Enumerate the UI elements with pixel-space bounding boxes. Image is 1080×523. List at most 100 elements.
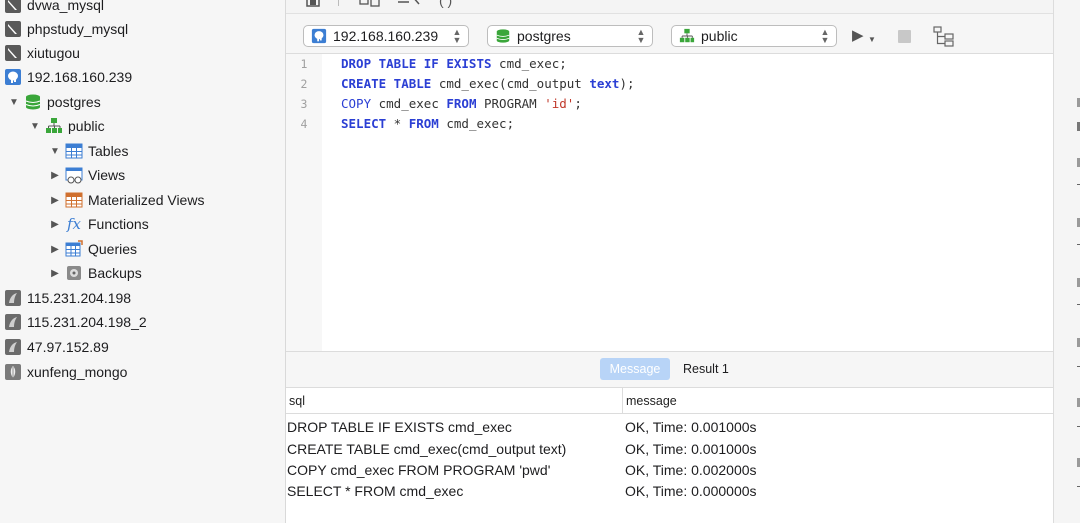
sidebar-item-functions[interactable]: ▶ fx Functions <box>49 212 149 236</box>
sidebar-item-connection-115-231-204-198[interactable]: 115.231.204.198 <box>4 286 131 310</box>
code-token: cmd_exec; <box>491 56 567 71</box>
sidebar-item-label: phpstudy_mysql <box>27 21 129 37</box>
disclosure-expanded-icon[interactable]: ▼ <box>8 97 20 108</box>
code-token: PROGRAM <box>476 96 545 111</box>
sidebar-item-label: 115.231.204.198_2 <box>27 314 147 330</box>
cell-sql: CREATE TABLE cmd_exec(cmd_output text) <box>287 441 567 457</box>
table-row[interactable]: CREATE TABLE cmd_exec(cmd_output text) O… <box>286 439 1053 460</box>
sidebar-item-connection-192-168-160-239[interactable]: 192.168.160.239 <box>4 65 132 89</box>
sidebar-item-label: 192.168.160.239 <box>27 69 133 85</box>
select-arrows-icon: ▲ ▼ <box>636 27 646 45</box>
column-header-message[interactable]: message <box>626 388 677 414</box>
sidebar-item-label: Views <box>88 167 126 183</box>
code-token: cmd_exec; <box>438 116 515 131</box>
materialized-view-icon <box>65 191 83 209</box>
play-icon: ▶ <box>852 27 864 44</box>
disclosure-expanded-icon[interactable]: ▼ <box>49 146 61 157</box>
sidebar-item-queries[interactable]: ▶ Queries <box>49 237 137 261</box>
run-button[interactable]: ▶ ▼ <box>852 26 880 46</box>
database-select[interactable]: postgres ▲ ▼ <box>487 25 653 47</box>
cell-message: OK, Time: 0.001000s <box>625 419 757 435</box>
schema-icon <box>45 117 63 135</box>
sidebar-item-views[interactable]: ▶ Views <box>49 163 125 187</box>
sidebar-item-public[interactable]: ▼ public <box>29 114 105 138</box>
stop-button[interactable] <box>898 30 911 43</box>
sidebar-item-phpstudy-mysql[interactable]: phpstudy_mysql <box>4 17 128 41</box>
schema-select-value: public <box>701 28 738 44</box>
result-tabs: Message Result 1 <box>286 351 1053 388</box>
mysql-dolphin-icon <box>4 0 22 14</box>
disclosure-collapsed-icon[interactable]: ▶ <box>49 268 61 279</box>
sidebar-item-label: public <box>68 118 105 134</box>
schema-select[interactable]: public ▲ ▼ <box>671 25 837 47</box>
table-row[interactable]: SELECT * FROM cmd_exec OK, Time: 0.00000… <box>286 481 1053 502</box>
message-table: sql message DROP TABLE IF EXISTS cmd_exe… <box>286 388 1053 523</box>
query-icon <box>65 240 83 258</box>
connection-selector-bar: 192.168.160.239 ▲ ▼ postgres ▲ ▼ public ▲ ▼… <box>286 14 1053 54</box>
sidebar-item-label: Tables <box>88 143 129 159</box>
table-icon <box>65 142 83 160</box>
connection-icon <box>4 289 22 307</box>
query-builder-icon[interactable] <box>359 0 381 8</box>
sidebar-item-dvwa-mysql[interactable]: dvwa_mysql <box>4 0 104 17</box>
column-header-sql[interactable]: sql <box>289 388 305 414</box>
code-token: * <box>386 116 409 131</box>
schema-icon <box>678 27 696 45</box>
sidebar-item-xunfeng-mongo[interactable]: xunfeng_mongo <box>4 360 127 384</box>
code-snippet-icon[interactable]: ( ) <box>439 0 452 8</box>
code-token: 'id' <box>544 96 575 111</box>
column-divider[interactable] <box>622 388 623 414</box>
sql-editor[interactable]: 1 2 3 4 DROP TABLE IF EXISTS cmd_exec; C… <box>286 54 1053 351</box>
toolbar-divider <box>338 0 339 6</box>
code-token: FROM <box>408 116 439 131</box>
code-line: DROP TABLE IF EXISTS cmd_exec; <box>341 54 567 74</box>
backup-icon <box>65 264 83 282</box>
database-icon <box>494 27 512 45</box>
sidebar-item-xiutugou[interactable]: xiutugou <box>4 41 80 65</box>
code-line: COPY cmd_exec FROM PROGRAM 'id'; <box>341 94 582 114</box>
sidebar-item-label: xunfeng_mongo <box>27 364 128 380</box>
table-row[interactable]: DROP TABLE IF EXISTS cmd_exec OK, Time: … <box>286 417 1053 438</box>
disclosure-collapsed-icon[interactable]: ▶ <box>49 244 61 255</box>
table-row[interactable]: COPY cmd_exec FROM PROGRAM 'pwd' OK, Tim… <box>286 460 1053 481</box>
sidebar-item-label: Materialized Views <box>88 192 205 208</box>
mongodb-leaf-icon <box>4 363 22 381</box>
cell-message: OK, Time: 0.000000s <box>625 483 757 499</box>
code-token: ; <box>574 96 582 111</box>
select-arrows-icon: ▲ ▼ <box>452 27 462 45</box>
disclosure-expanded-icon[interactable]: ▼ <box>29 121 41 132</box>
code-line: SELECT * FROM cmd_exec; <box>341 114 514 134</box>
connection-select[interactable]: 192.168.160.239 ▲ ▼ <box>303 25 469 47</box>
disclosure-collapsed-icon[interactable]: ▶ <box>49 195 61 206</box>
tab-message[interactable]: Message <box>600 358 670 380</box>
mysql-dolphin-icon <box>4 44 22 62</box>
sidebar-item-materialized-views[interactable]: ▶ Materialized Views <box>49 188 204 212</box>
function-icon: fx <box>66 215 81 233</box>
disclosure-collapsed-icon[interactable]: ▶ <box>49 170 61 181</box>
postgresql-elephant-icon <box>310 27 328 45</box>
query-toolbar: ( ) <box>286 0 1053 14</box>
navigation-sidebar: dvwa_mysql phpstudy_mysql xiutugou 192.1… <box>0 0 286 523</box>
code-token: cmd_exec <box>371 96 447 111</box>
sidebar-item-label: Backups <box>88 265 142 281</box>
sidebar-item-tables[interactable]: ▼ Tables <box>49 139 128 163</box>
sidebar-item-label: Queries <box>88 241 138 257</box>
tab-result-1[interactable]: Result 1 <box>683 358 729 380</box>
sidebar-item-postgres[interactable]: ▼ postgres <box>8 90 101 114</box>
explain-button[interactable] <box>933 26 955 48</box>
sidebar-item-backups[interactable]: ▶ Backups <box>49 261 142 285</box>
code-token: FROM <box>446 96 477 111</box>
disclosure-collapsed-icon[interactable]: ▶ <box>49 219 61 230</box>
connection-select-value: 192.168.160.239 <box>333 28 439 44</box>
line-number: 4 <box>300 117 308 131</box>
postgresql-elephant-icon <box>4 68 22 86</box>
object-info-panel <box>1053 0 1080 523</box>
sidebar-item-connection-47-97-152-89[interactable]: 47.97.152.89 <box>4 335 109 359</box>
cell-sql: DROP TABLE IF EXISTS cmd_exec <box>287 419 512 435</box>
connection-icon <box>4 338 22 356</box>
line-number: 1 <box>300 57 308 71</box>
select-arrows-icon: ▲ ▼ <box>820 27 830 45</box>
beautify-icon[interactable] <box>397 0 421 8</box>
save-icon[interactable] <box>306 0 320 8</box>
sidebar-item-connection-115-231-204-198-2[interactable]: 115.231.204.198_2 <box>4 310 147 334</box>
